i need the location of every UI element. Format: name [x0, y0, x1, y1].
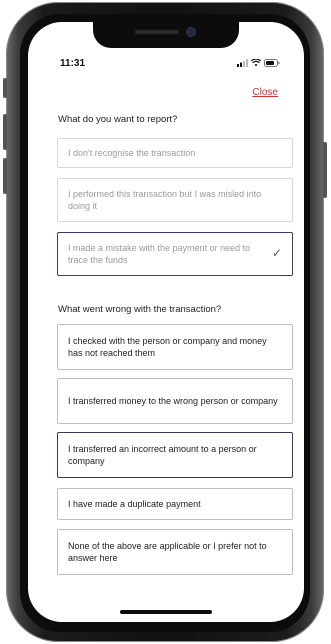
wrong-option-not-reached[interactable]: I checked with the person or company and… [57, 324, 293, 370]
option-label: I made a mistake with the payment or nee… [68, 242, 251, 266]
wrong-option-wrong-person[interactable]: I transferred money to the wrong person … [57, 378, 293, 424]
side-button [3, 158, 7, 194]
speaker [135, 30, 179, 34]
phone-screen: 11:31 Close What do you want to report? … [28, 22, 304, 622]
option-label: I transferred money to the wrong person … [68, 395, 278, 406]
close-button[interactable]: Close [252, 87, 278, 98]
camera-icon [187, 28, 195, 36]
option-label: None of the above are applicable or I pr… [68, 540, 267, 564]
report-question-heading: What do you want to report? [58, 114, 178, 125]
wrong-option-none[interactable]: None of the above are applicable or I pr… [57, 529, 293, 575]
option-label: I checked with the person or company and… [68, 335, 267, 359]
side-button [323, 142, 327, 198]
side-button [3, 114, 7, 150]
report-option-unrecognised[interactable]: I don't recognise the transaction [57, 138, 293, 168]
signal-icon [237, 59, 248, 67]
report-option-mistake[interactable]: I made a mistake with the payment or nee… [57, 232, 293, 276]
option-label: I performed this transaction but I was m… [68, 188, 262, 212]
wifi-icon [251, 59, 261, 67]
option-label: I transferred an incorrect amount to a p… [68, 443, 257, 467]
report-option-misled[interactable]: I performed this transaction but I was m… [57, 178, 293, 222]
option-label: I don't recognise the transaction [68, 147, 196, 158]
option-label: I have made a duplicate payment [68, 498, 201, 509]
battery-icon [264, 59, 280, 67]
side-button [3, 78, 7, 98]
notch [93, 22, 239, 48]
checkmark-icon: ✓ [271, 246, 282, 261]
status-time: 11:31 [60, 58, 86, 69]
wrong-question-heading: What went wrong with the transaction? [58, 304, 222, 315]
home-indicator [120, 610, 212, 614]
wrong-option-incorrect-amount[interactable]: I transferred an incorrect amount to a p… [57, 432, 293, 478]
status-icons [237, 59, 280, 67]
wrong-option-duplicate[interactable]: I have made a duplicate payment [57, 488, 293, 520]
